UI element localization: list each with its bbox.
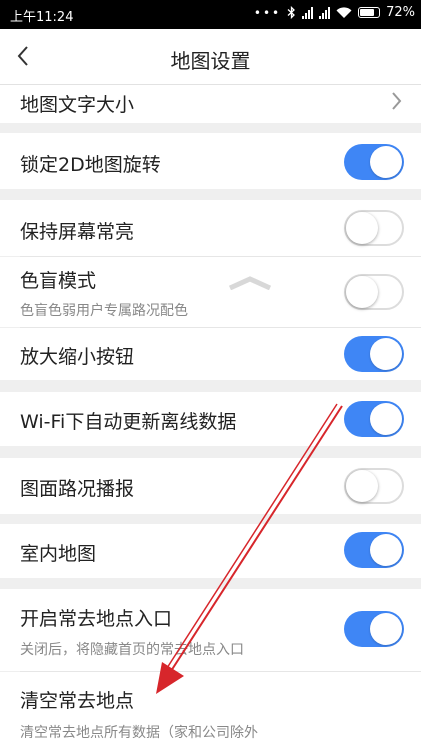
toggle-color-blind-mode[interactable] [344, 274, 404, 310]
setting-row-color-blind-mode: 色盲模式 色盲色弱用户专属路况配色 [0, 257, 421, 327]
setting-label: 室内地图 [20, 543, 97, 565]
status-icons: ••• 72% [254, 5, 415, 20]
toggle-keep-screen-on[interactable] [344, 210, 404, 246]
setting-row-indoor-map: 室内地图 [0, 524, 421, 578]
setting-description: 色盲色弱用户专属路况配色 [20, 303, 188, 319]
setting-description: 清空常去地点所有数据（家和公司除外 [20, 725, 258, 741]
setting-row-frequent-places-entry: 开启常去地点入口 关闭后，将隐藏首页的常去地点入口 [0, 589, 421, 671]
page-title: 地图设置 [170, 49, 251, 73]
setting-label: 保持屏幕常亮 [20, 221, 135, 243]
battery-percent: 72% [386, 5, 415, 20]
notification-dots-icon: ••• [253, 5, 282, 20]
chevron-right-icon [392, 92, 402, 110]
watermark-chevron-icon [228, 276, 272, 290]
toggle-zoom-buttons[interactable] [344, 336, 404, 372]
setting-label: 清空常去地点 [20, 690, 135, 712]
status-bar: 上午11:24 ••• 72% [0, 0, 421, 29]
status-time: 上午11:24 [10, 10, 74, 25]
setting-label: 地图文字大小 [20, 94, 135, 116]
toggle-lock-2d-rotation[interactable] [344, 144, 404, 180]
setting-label: 锁定2D地图旋转 [20, 154, 161, 176]
setting-label: 图面路况播报 [20, 478, 135, 500]
toggle-frequent-places-entry[interactable] [344, 611, 404, 647]
setting-label: Wi-Fi下自动更新离线数据 [20, 411, 237, 433]
battery-icon [358, 7, 381, 18]
toggle-wifi-auto-update[interactable] [344, 401, 404, 437]
setting-row-lock-2d-rotation: 锁定2D地图旋转 [0, 133, 421, 189]
setting-row-wifi-auto-update: Wi-Fi下自动更新离线数据 [0, 392, 421, 446]
setting-label: 色盲模式 [20, 270, 97, 292]
signal-1-icon [302, 6, 314, 19]
toggle-traffic-broadcast[interactable] [344, 468, 404, 504]
setting-label: 开启常去地点入口 [20, 608, 173, 630]
setting-row-zoom-buttons: 放大缩小按钮 [0, 328, 421, 380]
setting-description: 关闭后，将隐藏首页的常去地点入口 [20, 642, 244, 658]
setting-row-keep-screen-on: 保持屏幕常亮 [0, 200, 421, 256]
bluetooth-icon [287, 6, 296, 19]
setting-row-traffic-broadcast: 图面路况播报 [0, 458, 421, 514]
setting-label: 放大缩小按钮 [20, 346, 135, 368]
signal-2-icon [319, 6, 331, 19]
toggle-indoor-map[interactable] [344, 532, 404, 568]
nav-header: 地图设置 [0, 29, 421, 85]
setting-row-map-text-size[interactable]: 地图文字大小 [0, 85, 421, 123]
wifi-icon [336, 6, 352, 18]
setting-row-clear-frequent-places[interactable]: 清空常去地点 清空常去地点所有数据（家和公司除外 [0, 672, 421, 752]
